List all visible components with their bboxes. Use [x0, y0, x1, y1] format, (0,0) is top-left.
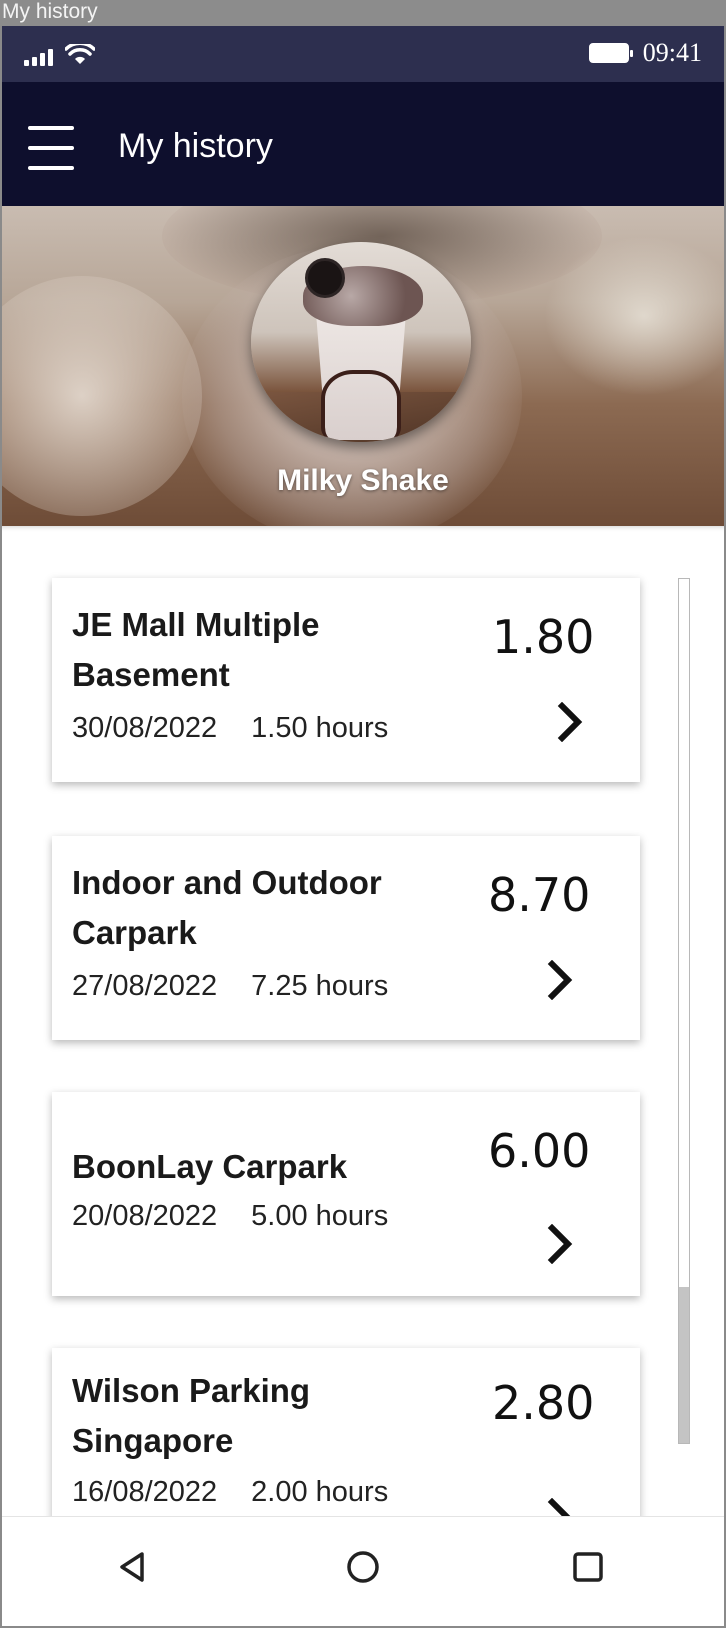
- window-title: My history: [0, 0, 726, 26]
- card-meta: 30/08/2022 1.50 hours: [72, 712, 388, 745]
- card-date: 30/08/2022: [72, 712, 218, 744]
- card-meta: 27/08/2022 7.25 hours: [72, 970, 388, 1003]
- card-amount: 2.80: [492, 1376, 595, 1430]
- hamburger-menu-icon[interactable]: [28, 126, 74, 170]
- card-location-line2: Carpark: [72, 914, 197, 951]
- card-amount: 1.80: [492, 610, 595, 664]
- card-duration: 1.50 hours: [251, 712, 389, 744]
- card-location-line1: Wilson Parking: [72, 1372, 311, 1409]
- card-duration: 2.00 hours: [251, 1476, 389, 1508]
- avatar-cookie: [305, 258, 345, 298]
- avatar[interactable]: [251, 242, 471, 442]
- status-left: [24, 44, 95, 66]
- profile-header: Milky Shake: [2, 206, 724, 526]
- card-date: 20/08/2022: [72, 1200, 218, 1232]
- card-date: 16/08/2022: [72, 1476, 218, 1508]
- app-bar: My history: [2, 82, 724, 206]
- status-bar: 09:41: [2, 26, 724, 82]
- status-right: 09:41: [588, 38, 702, 68]
- home-circle-icon[interactable]: [333, 1537, 393, 1597]
- card-location-line1: BoonLay Carpark: [72, 1148, 348, 1185]
- history-card[interactable]: BoonLay Carpark 20/08/2022 5.00 hours 6.…: [52, 1092, 640, 1296]
- chevron-right-icon[interactable]: [542, 959, 578, 1001]
- chevron-right-icon[interactable]: [542, 1497, 578, 1516]
- card-duration: 7.25 hours: [251, 970, 389, 1002]
- card-amount: 8.70: [488, 868, 591, 922]
- chevron-right-icon[interactable]: [552, 701, 588, 743]
- history-card[interactable]: JE Mall Multiple Basement 30/08/2022 1.5…: [52, 578, 640, 782]
- card-meta: 20/08/2022 5.00 hours: [72, 1200, 388, 1233]
- page-title: My history: [118, 127, 273, 165]
- card-date: 27/08/2022: [72, 970, 218, 1002]
- system-nav-bar: [2, 1516, 724, 1626]
- signal-icon: [24, 46, 53, 66]
- phone-screen: 09:41 My history Milky Shake JE Mall Mul…: [2, 26, 724, 1626]
- chevron-right-icon[interactable]: [542, 1223, 578, 1265]
- card-location-line1: Indoor and Outdoor: [72, 864, 382, 901]
- status-time: 09:41: [642, 38, 702, 67]
- history-card[interactable]: Wilson Parking Singapore 16/08/2022 2.00…: [52, 1348, 640, 1516]
- scrollbar-thumb[interactable]: [679, 1287, 689, 1443]
- background-blur: [544, 236, 724, 396]
- recents-square-icon[interactable]: [558, 1537, 618, 1597]
- history-card[interactable]: Indoor and Outdoor Carpark 27/08/2022 7.…: [52, 836, 640, 1040]
- card-location-line2: Basement: [72, 656, 230, 693]
- avatar-swirl: [321, 370, 401, 442]
- card-amount: 6.00: [488, 1124, 591, 1178]
- wifi-icon: [65, 44, 95, 64]
- battery-icon: [588, 43, 633, 63]
- scrollbar[interactable]: [678, 578, 690, 1444]
- card-location-line2: Singapore: [72, 1422, 234, 1459]
- card-location-line1: JE Mall Multiple: [72, 606, 320, 643]
- back-triangle-icon[interactable]: [102, 1537, 162, 1597]
- history-list[interactable]: JE Mall Multiple Basement 30/08/2022 1.5…: [2, 526, 724, 1516]
- card-duration: 5.00 hours: [251, 1200, 389, 1232]
- profile-name: Milky Shake: [277, 464, 449, 497]
- card-meta: 16/08/2022 2.00 hours: [72, 1476, 388, 1509]
